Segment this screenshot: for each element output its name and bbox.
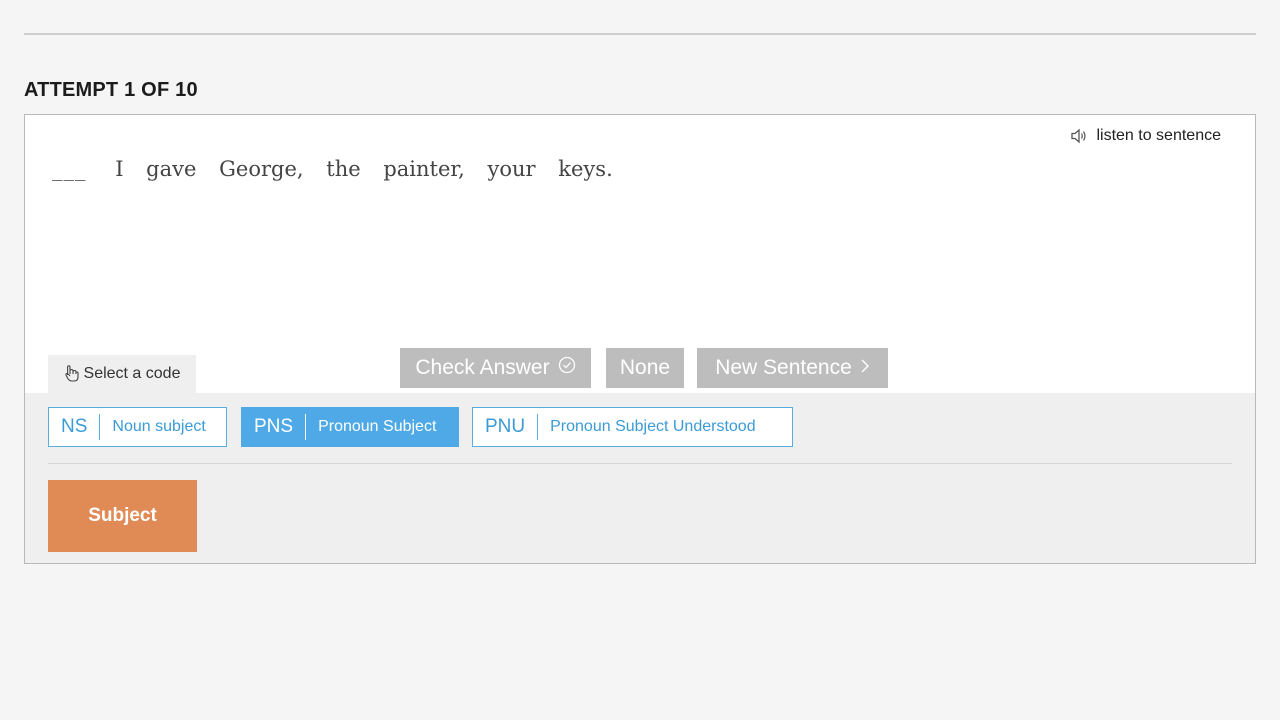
- check-answer-label: Check Answer: [415, 356, 550, 379]
- code-button-ns[interactable]: NS Noun subject: [48, 407, 227, 447]
- sentence-word[interactable]: painter,: [383, 157, 464, 181]
- chevron-right-icon: [860, 356, 870, 380]
- select-a-code-label: Select a code: [83, 365, 181, 382]
- check-answer-button[interactable]: Check Answer: [400, 348, 591, 388]
- code-button-pnu[interactable]: PNU Pronoun Subject Understood: [472, 407, 793, 447]
- top-divider: [24, 33, 1256, 35]
- sentence-word[interactable]: the: [326, 157, 360, 181]
- check-circle-icon: [558, 356, 576, 380]
- code-divider: [48, 463, 1232, 464]
- code-abbr: PNU: [473, 414, 539, 440]
- code-area: NS Noun subject PNS Pronoun Subject PNU …: [25, 393, 1255, 563]
- code-label: Noun subject: [112, 418, 206, 435]
- action-row: Select a code Check Answer None New Sent…: [25, 337, 1255, 393]
- code-button-pns[interactable]: PNS Pronoun Subject: [241, 407, 459, 447]
- sentence-word[interactable]: George,: [219, 157, 303, 181]
- none-button[interactable]: None: [606, 348, 684, 388]
- new-sentence-button[interactable]: New Sentence: [697, 348, 888, 388]
- code-abbr: NS: [49, 414, 101, 440]
- code-label: Pronoun Subject: [318, 418, 437, 435]
- code-label: Pronoun Subject Understood: [550, 418, 756, 435]
- subject-category-button[interactable]: Subject: [48, 480, 197, 552]
- sentence-word[interactable]: gave: [146, 157, 196, 181]
- sentence: ___ I gave George, the painter, your key…: [52, 157, 617, 181]
- exercise-panel: listen to sentence ___ I gave George, th…: [24, 114, 1256, 564]
- sentence-word[interactable]: keys.: [558, 157, 612, 181]
- select-a-code-tab[interactable]: Select a code: [48, 355, 196, 393]
- sentence-word[interactable]: your: [488, 157, 536, 181]
- attempt-counter: ATTEMPT 1 OF 10: [24, 79, 198, 101]
- new-sentence-label: New Sentence: [715, 356, 852, 379]
- listen-label: listen to sentence: [1096, 127, 1221, 144]
- code-abbr: PNS: [242, 414, 307, 440]
- pointing-hand-icon: [64, 365, 80, 383]
- sentence-word[interactable]: I: [115, 157, 123, 181]
- speaker-icon: [1070, 128, 1088, 144]
- sentence-blank[interactable]: ___: [52, 157, 87, 181]
- listen-to-sentence-button[interactable]: listen to sentence: [1070, 127, 1221, 145]
